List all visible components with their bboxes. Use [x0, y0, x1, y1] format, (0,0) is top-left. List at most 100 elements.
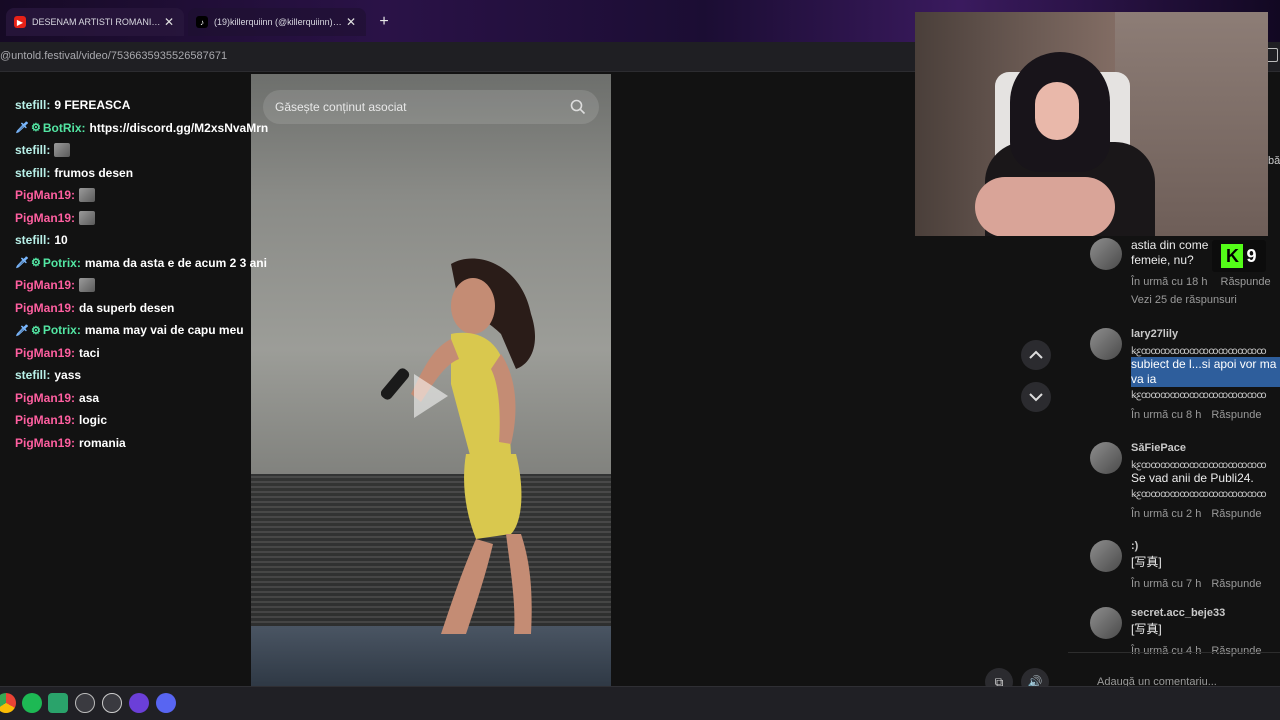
- chat-username[interactable]: BotRix:: [43, 121, 86, 135]
- sword-icon: 🗡: [15, 257, 29, 270]
- chat-username[interactable]: PigMan19:: [15, 301, 75, 315]
- avatar[interactable]: [1090, 540, 1122, 572]
- avatar[interactable]: [1090, 328, 1122, 360]
- chat-message: PigMan19: romania: [15, 432, 255, 455]
- chat-text: yass: [54, 368, 82, 383]
- webcam-person-face: [1035, 82, 1079, 140]
- chat-message: 🗡 ⚙ Potrix: mama da asta e de acum 2 3 ani: [15, 252, 267, 275]
- chat-message: stefill: 9 FEREASCA: [15, 94, 255, 117]
- chat-username[interactable]: stefill:: [15, 233, 50, 247]
- reply-button[interactable]: Răspunde: [1211, 508, 1261, 520]
- comment-author[interactable]: lary27lily: [1131, 328, 1280, 343]
- emote-icon: [79, 188, 96, 203]
- reply-button[interactable]: Răspunde: [1211, 409, 1261, 421]
- tab-title: (19)killerquiinn (@killerquiinn) | TikTo…: [214, 17, 344, 27]
- tiktok-icon: ♪: [196, 16, 208, 28]
- chat-username[interactable]: stefill:: [15, 98, 50, 112]
- chat-username[interactable]: stefill:: [15, 143, 50, 157]
- comment-text: [写真]: [1131, 622, 1162, 636]
- comment-time: În urmă cu 18 h: [1131, 276, 1208, 288]
- comment-author[interactable]: SăFiePace: [1131, 442, 1280, 457]
- view-replies-link[interactable]: Vezi 25 de răspunsuri: [1131, 294, 1280, 306]
- tab-youtube[interactable]: ▶ DESENAM ARTISTI ROMANI în GARTIC ✕: [6, 8, 184, 36]
- previous-video-button[interactable]: [1021, 340, 1051, 370]
- chat-username[interactable]: PigMan19:: [15, 188, 75, 202]
- close-icon[interactable]: ✕: [344, 15, 358, 29]
- chat-username[interactable]: PigMan19:: [15, 413, 75, 427]
- avatar[interactable]: [1090, 607, 1122, 639]
- chat-username[interactable]: stefill:: [15, 368, 50, 382]
- chat-text: romania: [79, 435, 126, 450]
- chrome-icon[interactable]: [0, 693, 16, 713]
- side-text: bă: [1268, 155, 1280, 167]
- media-player-icon[interactable]: [75, 693, 95, 713]
- search-icon[interactable]: [569, 98, 587, 116]
- emote-icon: [79, 278, 96, 293]
- chat-username[interactable]: PigMan19:: [15, 436, 75, 450]
- comment-time: În urmă cu 8 h: [1131, 409, 1202, 421]
- reply-button[interactable]: Răspunde: [1211, 578, 1261, 590]
- stream-chat: stefill: 9 FEREASCA 🗡 ⚙ BotRix: https://disco…: [15, 94, 268, 455]
- decorative-glyph-text: ꝃꜫꝏꝏꝏꝏꝏꝏꝏꝏꝏꝏꝏꝏꝏ: [1131, 460, 1267, 471]
- taskbar: [0, 686, 1280, 720]
- avatar[interactable]: [1090, 442, 1122, 474]
- app-green-icon[interactable]: [48, 693, 68, 713]
- chat-username[interactable]: PigMan19:: [15, 278, 75, 292]
- close-icon[interactable]: ✕: [162, 15, 176, 29]
- gear-icon: ⚙: [30, 324, 41, 337]
- video-player[interactable]: Găsește conținut asociat: [251, 74, 611, 686]
- chat-username[interactable]: PigMan19:: [15, 346, 75, 360]
- chat-username[interactable]: Potrix:: [43, 323, 81, 337]
- comment-text: subiect de l...si apoi vor ma: [1131, 357, 1280, 372]
- next-video-button[interactable]: [1021, 382, 1051, 412]
- spotify-icon[interactable]: [22, 693, 42, 713]
- chat-message: stefill: yass: [15, 364, 255, 387]
- comment-text: Se vad anii de Publi24.: [1131, 471, 1254, 485]
- chat-username[interactable]: PigMan19:: [15, 211, 75, 225]
- play-icon[interactable]: [414, 374, 448, 418]
- kick-count: 9: [1246, 245, 1257, 266]
- comment-time: În urmă cu 4 h: [1131, 645, 1202, 657]
- avatar[interactable]: [1090, 238, 1122, 270]
- chat-message: PigMan19: logic: [15, 409, 255, 432]
- decorative-glyph-text: ꝃꜫꝏꝏꝏꝏꝏꝏꝏꝏꝏꝏꝏꝏꝏ: [1131, 489, 1267, 500]
- emote-icon: [54, 143, 71, 158]
- url-text: @untold.festival/video/75366359355265876…: [0, 50, 228, 62]
- chat-message: 🗡 ⚙ BotRix: https://discord.gg/M2xsNvaMrn: [15, 117, 268, 140]
- chat-text: https://discord.gg/M2xsNvaMrn: [89, 120, 269, 135]
- comment-text: [写真]: [1131, 555, 1162, 569]
- discord-icon[interactable]: [156, 693, 176, 713]
- new-tab-button[interactable]: +: [374, 12, 394, 32]
- comment-meta: În urmă cu 2 h Răspunde: [1131, 508, 1280, 520]
- chat-username[interactable]: Potrix:: [43, 256, 81, 270]
- chat-username[interactable]: stefill:: [15, 166, 50, 180]
- decorative-glyph-text: ꝃꜫꝏꝏꝏꝏꝏꝏꝏꝏꝏꝏꝏꝏꝏ: [1131, 390, 1267, 401]
- reply-button[interactable]: Răspunde: [1221, 276, 1271, 288]
- obs-icon[interactable]: [102, 693, 122, 713]
- comment-author[interactable]: secret.acc_beje33: [1131, 607, 1280, 622]
- chat-text: 10: [54, 233, 68, 248]
- chat-username[interactable]: PigMan19:: [15, 391, 75, 405]
- reply-button[interactable]: Răspunde: [1211, 645, 1261, 657]
- chat-message: stefill:: [15, 139, 255, 162]
- kick-badge: K 9: [1212, 240, 1266, 272]
- chat-message: stefill: frumos desen: [15, 162, 255, 185]
- chat-message: 🗡 ⚙ Potrix: mama may vai de capu meu: [15, 319, 255, 342]
- divider: [1068, 652, 1280, 653]
- related-search-box[interactable]: Găsește conținut asociat: [263, 90, 599, 124]
- chat-text: logic: [79, 413, 108, 428]
- chat-message: stefill: 10: [15, 229, 255, 252]
- app-purple-icon[interactable]: [129, 693, 149, 713]
- chevron-up-icon: [1029, 350, 1043, 359]
- comment-author[interactable]: :): [1131, 540, 1280, 555]
- comment-time: În urmă cu 2 h: [1131, 508, 1202, 520]
- gear-icon: ⚙: [30, 122, 41, 135]
- chat-text: asa: [79, 390, 100, 405]
- webcam-overlay: [915, 12, 1268, 236]
- chat-text: mama may vai de capu meu: [84, 323, 244, 338]
- comment-meta: În urmă cu 7 h Răspunde: [1131, 578, 1280, 590]
- tab-tiktok[interactable]: ♪ (19)killerquiinn (@killerquiinn) | Tik…: [188, 8, 366, 36]
- youtube-icon: ▶: [14, 16, 26, 28]
- stage-edge: [251, 626, 611, 686]
- chat-message: PigMan19:: [15, 274, 255, 297]
